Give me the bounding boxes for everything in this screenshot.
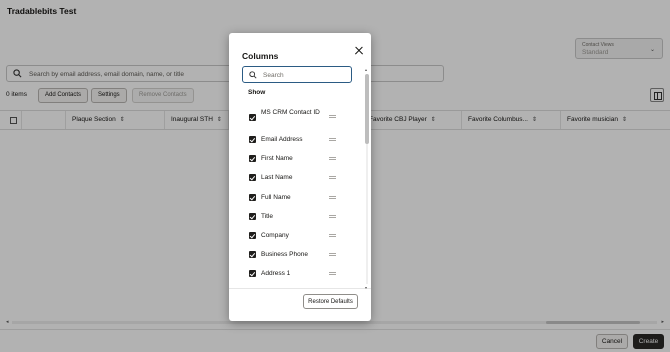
column-item-label: Business Phone (261, 251, 308, 258)
column-checkbox[interactable] (249, 136, 256, 143)
columns-list-scrollbar[interactable]: ▴ ▾ (365, 67, 369, 290)
column-checkbox[interactable] (249, 213, 256, 220)
restore-defaults-button[interactable]: Restore Defaults (303, 294, 358, 309)
column-item-label: Last Name (261, 174, 293, 181)
columns-search-input[interactable] (263, 69, 348, 81)
column-checkbox[interactable] (249, 251, 256, 258)
column-item-label: Email Address (261, 136, 303, 143)
column-checkbox[interactable] (249, 155, 256, 162)
columns-search[interactable] (242, 66, 352, 83)
drag-handle-icon[interactable] (329, 272, 336, 275)
drag-handle-icon[interactable] (329, 115, 336, 118)
drag-handle-icon[interactable] (329, 196, 336, 199)
search-icon (249, 71, 257, 79)
column-item-label: First Name (261, 155, 293, 162)
column-checkbox[interactable] (249, 174, 256, 181)
columns-list: MS CRM Contact ID Email Address First Na… (242, 103, 360, 293)
dialog-footer-divider (229, 288, 371, 289)
columns-dialog: Columns Show MS CRM Contact ID Email Add… (229, 33, 371, 321)
column-checkbox[interactable] (249, 194, 256, 201)
column-checkbox[interactable] (249, 232, 256, 239)
column-item-label: Title (261, 213, 274, 220)
close-icon[interactable] (353, 45, 365, 57)
scroll-up-icon[interactable]: ▴ (365, 67, 367, 72)
drag-handle-icon[interactable] (329, 215, 336, 218)
column-checkbox[interactable] (249, 114, 256, 121)
drag-handle-icon[interactable] (329, 157, 336, 160)
scroll-down-icon[interactable]: ▾ (365, 285, 367, 290)
drag-handle-icon[interactable] (329, 138, 336, 141)
drag-handle-icon[interactable] (329, 253, 336, 256)
column-item-label: Address 1 (261, 270, 291, 277)
column-item-label: Full Name (261, 194, 291, 201)
show-section-label: Show (248, 89, 266, 96)
column-checkbox[interactable] (249, 270, 256, 277)
column-item-label: MS CRM Contact ID (261, 109, 320, 116)
drag-handle-icon[interactable] (329, 234, 336, 237)
dialog-title: Columns (242, 51, 279, 61)
column-item-label: Company (261, 232, 289, 239)
scrollbar-thumb[interactable] (365, 74, 369, 144)
drag-handle-icon[interactable] (329, 176, 336, 179)
